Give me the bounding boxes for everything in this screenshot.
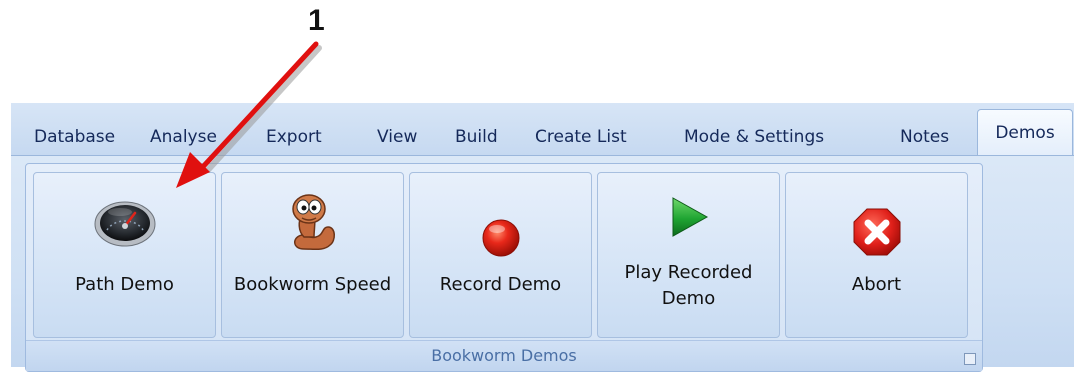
tab-demos[interactable]: Demos [977,109,1073,155]
ribbon-panel: Path Demo Bookworm Speed Record Demo Pla… [11,155,1074,372]
record-demo-button[interactable]: Record Demo [409,172,592,338]
bookworm-speed-label: Bookworm Speed [233,274,392,295]
ribbon: Database Analyse Export View Build Creat… [11,103,1074,372]
dialog-launcher-icon[interactable] [964,353,976,365]
path-demo-button[interactable]: Path Demo [33,172,216,338]
bookworm-icon [284,191,342,261]
ribbon-tab-bar: Database Analyse Export View Build Creat… [11,103,1074,155]
tab-view[interactable]: View [377,119,417,155]
abort-label: Abort [851,274,902,295]
abort-icon [852,207,902,261]
play-recorded-demo-label-line2: Demo [661,288,716,309]
speedometer-icon [93,200,157,252]
play-icon [667,195,711,243]
path-demo-label: Path Demo [75,274,174,295]
tab-analyse[interactable]: Analyse [150,119,217,155]
play-recorded-demo-button[interactable]: Play Recorded Demo [597,172,780,338]
tab-create-list[interactable]: Create List [535,119,627,155]
tab-build[interactable]: Build [455,119,498,155]
record-demo-label: Record Demo [439,274,562,295]
tab-database[interactable]: Database [34,119,115,155]
bookworm-speed-button[interactable]: Bookworm Speed [221,172,404,338]
callout-number: 1 [308,4,325,37]
record-icon [481,218,521,262]
group-title: Bookworm Demos [26,340,982,371]
tab-mode-settings[interactable]: Mode & Settings [684,119,824,155]
play-recorded-demo-label-line1: Play Recorded [624,262,753,283]
tab-export[interactable]: Export [266,119,322,155]
tab-notes[interactable]: Notes [900,119,949,155]
ribbon-group-bookworm-demos: Path Demo Bookworm Speed Record Demo Pla… [25,163,983,372]
abort-button[interactable]: Abort [785,172,968,338]
